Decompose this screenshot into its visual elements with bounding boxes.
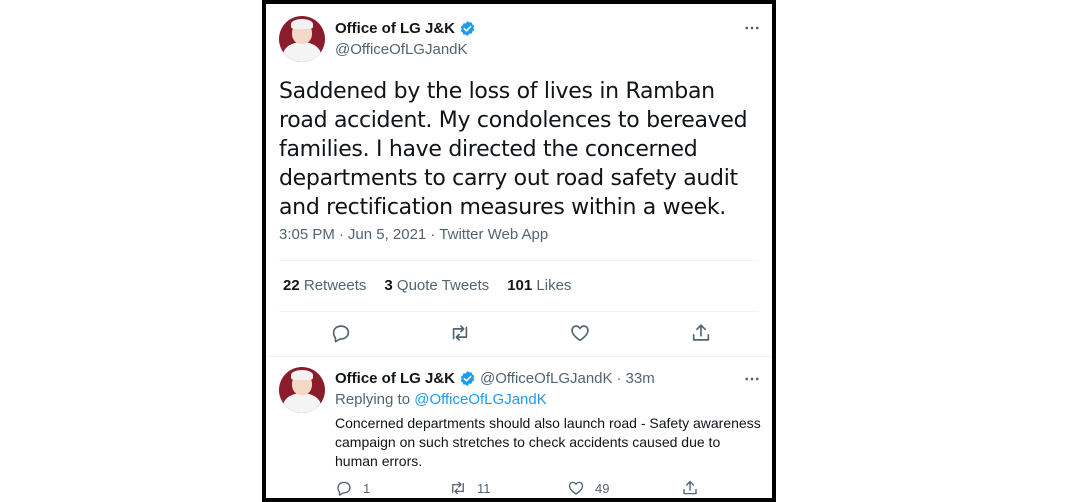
tweet-source[interactable]: Twitter Web App [439,226,548,243]
more-dots-icon[interactable] [742,18,762,38]
share-icon [683,480,697,495]
more-dots-icon[interactable] [742,369,762,389]
heart-icon [568,481,584,495]
retweets-stat[interactable]: 22 Retweets [283,277,366,294]
reply-button[interactable] [330,322,352,344]
meta-separator: · [338,226,344,243]
main-tweet: Office of LG J&K @OfficeOfLGJandK Sadden… [266,4,772,357]
replying-prefix: Replying to [335,391,411,408]
retweet-icon [452,481,464,495]
reply-bubble-icon [337,481,351,496]
retweet-count: 11 [477,480,491,496]
like-button[interactable] [569,322,591,344]
author-avatar[interactable] [279,16,325,62]
share-button[interactable] [681,479,699,497]
avatar-hair [291,19,313,29]
retweet-button[interactable] [449,322,471,344]
retweets-count: 22 [283,277,300,294]
tweet-date[interactable]: Jun 5, 2021 [348,226,426,243]
reply-header: Office of LG J&K @OfficeOfLGJandK · 33m [335,370,655,387]
avatar-body [283,42,321,62]
retweet-button[interactable]: 11 [449,479,491,497]
author-name[interactable]: Office of LG J&K [335,20,455,37]
tweet-stats: 22 Retweets 3 Quote Tweets 101 Likes [283,277,571,294]
tweet-time[interactable]: 3:05 PM [279,226,335,243]
replying-to: Replying to @OfficeOfLGJandK [335,391,547,408]
quote-tweets-stat[interactable]: 3 Quote Tweets [384,277,489,294]
like-count: 49 [595,480,610,496]
reply-bubble-icon [332,325,350,343]
verified-badge-icon [460,21,475,36]
replying-to-link[interactable]: @OfficeOfLGJandK [414,391,547,408]
reply-time[interactable]: 33m [626,370,655,387]
divider [279,311,759,312]
tweet-meta: 3:05 PM · Jun 5, 2021 · Twitter Web App [279,226,548,243]
tweet-text: Saddened by the loss of lives in Ramban … [279,79,748,220]
tweet-actions [266,322,772,348]
reply-count: 1 [363,480,371,496]
share-button[interactable] [690,322,712,344]
avatar-body [283,393,321,413]
verified-badge-icon [460,371,475,386]
reply-button[interactable]: 1 [335,479,370,497]
author-handle[interactable]: @OfficeOfLGJandK [335,41,468,58]
quote-label: Quote Tweets [396,277,490,294]
share-icon [692,324,710,341]
tweet-screenshot-frame: Office of LG J&K @OfficeOfLGJandK Sadden… [262,0,776,502]
likes-count: 101 [507,277,533,294]
reply-author-avatar[interactable] [279,367,325,413]
heart-icon [571,325,589,342]
meta-separator: · [430,226,436,243]
likes-stat[interactable]: 101 Likes [507,277,571,294]
divider [279,260,759,261]
avatar-hair [291,370,313,380]
reply-tweet[interactable]: Office of LG J&K @OfficeOfLGJandK · 33m Re… [266,358,772,498]
reply-author-handle[interactable]: @OfficeOfLGJandK [480,370,613,387]
likes-label: Likes [536,277,572,294]
quote-count: 3 [384,277,393,294]
retweets-label: Retweets [303,277,367,294]
reply-text: Concerned departments should also launch… [335,415,761,469]
header-separator: · [616,370,622,387]
reply-actions: 1 11 49 [335,479,765,498]
retweet-icon [452,325,468,341]
author-name-row: Office of LG J&K [335,20,476,37]
like-button[interactable]: 49 [567,479,609,497]
reply-author-name[interactable]: Office of LG J&K [335,370,455,387]
